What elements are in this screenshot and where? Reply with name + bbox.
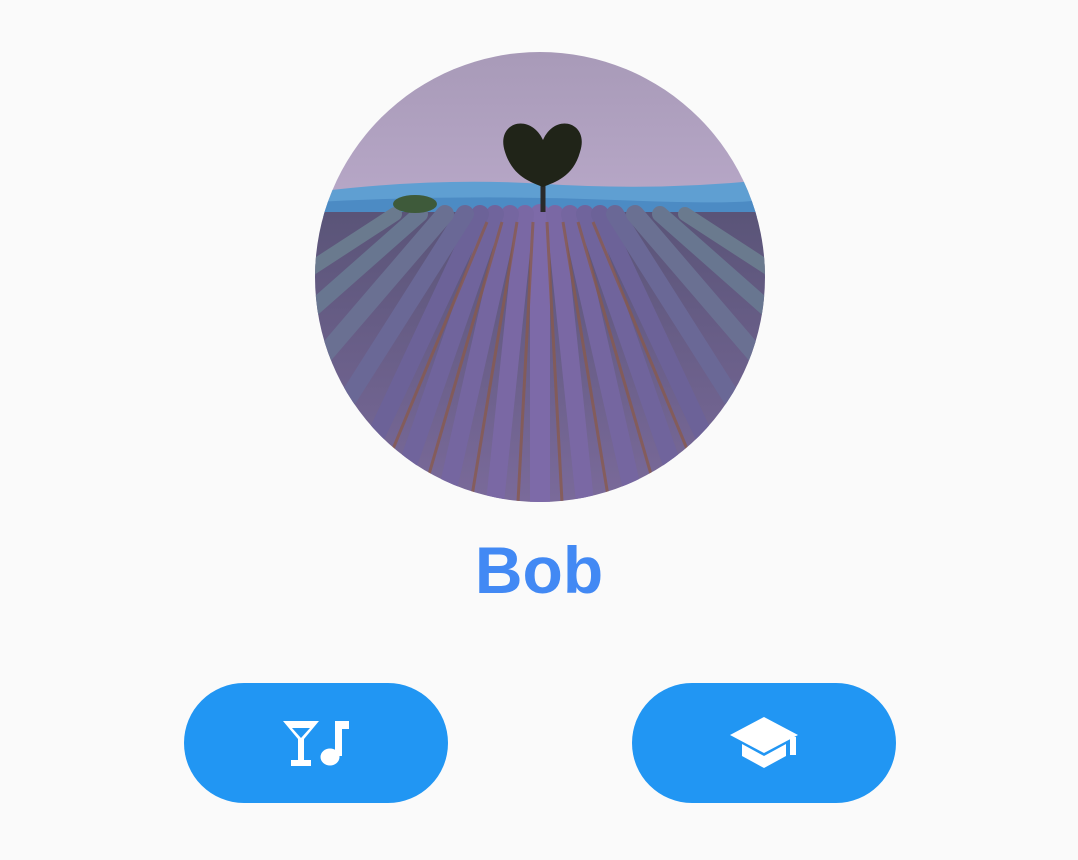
school-button[interactable] [632, 683, 896, 803]
lavender-field-image [315, 52, 765, 502]
nightlife-icon [283, 721, 349, 766]
profile-avatar [315, 52, 765, 502]
school-icon [730, 717, 798, 768]
nightlife-button[interactable] [184, 683, 448, 803]
profile-name: Bob [474, 533, 604, 607]
